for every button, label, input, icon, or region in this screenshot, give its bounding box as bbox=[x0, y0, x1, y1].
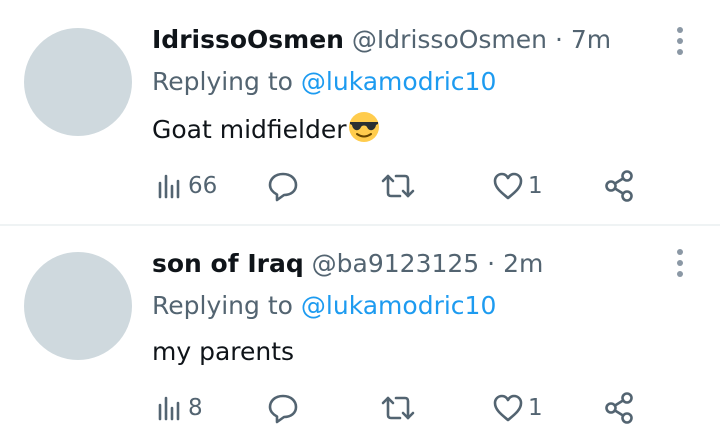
more-options-icon[interactable] bbox=[668, 246, 692, 280]
reply-icon bbox=[268, 172, 298, 202]
retweet-button[interactable] bbox=[380, 388, 416, 428]
author-name[interactable]: son of Iraq bbox=[152, 249, 304, 278]
share-button[interactable] bbox=[604, 166, 636, 206]
like-count: 1 bbox=[528, 395, 543, 421]
reply-button[interactable] bbox=[266, 166, 300, 206]
views-button[interactable]: 8 bbox=[156, 388, 203, 428]
retweet-icon bbox=[381, 174, 415, 198]
retweet-button[interactable] bbox=[380, 166, 416, 206]
tweet-text: Goat midfielder bbox=[152, 110, 381, 148]
tweet-header: IdrissoOsmen @IdrissoOsmen · 7m bbox=[152, 22, 611, 58]
tweet[interactable]: son of Iraq @ba9123125 · 2m Replying to … bbox=[0, 226, 720, 446]
views-count: 8 bbox=[188, 395, 203, 421]
reply-button[interactable] bbox=[266, 388, 300, 428]
replying-label: Replying to bbox=[152, 291, 293, 320]
mention-link[interactable]: @lukamodric10 bbox=[301, 67, 496, 96]
share-button[interactable] bbox=[604, 388, 636, 428]
author-handle[interactable]: @IdrissoOsmen bbox=[352, 25, 547, 54]
more-options-icon[interactable] bbox=[668, 24, 692, 58]
author-name[interactable]: IdrissoOsmen bbox=[152, 25, 344, 54]
replying-to-line: Replying to @lukamodric10 bbox=[152, 64, 496, 100]
reply-icon bbox=[268, 394, 298, 424]
separator-dot: · bbox=[554, 25, 563, 54]
retweet-icon bbox=[381, 396, 415, 420]
avatar[interactable] bbox=[24, 28, 132, 136]
share-icon bbox=[605, 170, 633, 202]
views-icon bbox=[158, 174, 180, 199]
views-button[interactable]: 66 bbox=[156, 166, 217, 206]
timestamp[interactable]: 2m bbox=[503, 249, 543, 278]
action-bar: 66 1 bbox=[152, 166, 672, 206]
views-count: 66 bbox=[188, 173, 218, 199]
separator-dot: · bbox=[487, 249, 496, 278]
action-bar: 8 1 bbox=[152, 388, 672, 428]
like-count: 1 bbox=[528, 173, 543, 199]
avatar[interactable] bbox=[24, 252, 132, 360]
like-icon bbox=[493, 172, 523, 200]
tweet[interactable]: IdrissoOsmen @IdrissoOsmen · 7m Replying… bbox=[0, 0, 720, 224]
like-button[interactable]: 1 bbox=[492, 166, 543, 206]
sunglasses-emoji-icon bbox=[348, 112, 379, 142]
tweet-header: son of Iraq @ba9123125 · 2m bbox=[152, 246, 543, 282]
mention-link[interactable]: @lukamodric10 bbox=[301, 291, 496, 320]
tweet-text-content: my parents bbox=[152, 337, 295, 366]
tweet-text-content: Goat midfielder bbox=[152, 115, 347, 144]
share-icon bbox=[605, 392, 633, 424]
views-icon bbox=[158, 396, 180, 421]
replying-label: Replying to bbox=[152, 67, 293, 96]
like-button[interactable]: 1 bbox=[492, 388, 543, 428]
author-handle[interactable]: @ba9123125 bbox=[312, 249, 480, 278]
replying-to-line: Replying to @lukamodric10 bbox=[152, 288, 496, 324]
tweet-text: my parents bbox=[152, 334, 294, 370]
like-icon bbox=[493, 394, 523, 422]
timestamp[interactable]: 7m bbox=[571, 25, 611, 54]
